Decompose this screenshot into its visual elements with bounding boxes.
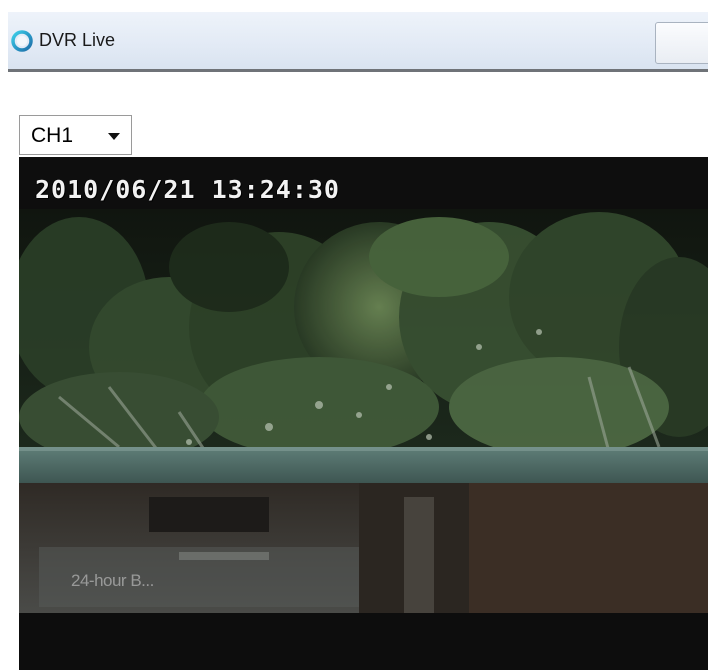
title-bar: DVR Live [8,12,708,72]
chevron-down-icon [108,133,120,140]
video-overlay-caption: 24-hour B... [71,571,154,590]
window-title: DVR Live [39,30,116,50]
video-timestamp: 2010/06/21 13:24:30 [35,175,340,204]
titlebar-button[interactable] [655,22,708,64]
live-video-feed[interactable]: 2010/06/21 13:24:30 24-hour B... [19,157,708,670]
dvr-ring-icon [11,30,33,52]
channel-selected-value: CH1 [31,124,74,147]
video-frame-image [19,157,708,670]
channel-select[interactable]: CH1 [19,115,132,155]
